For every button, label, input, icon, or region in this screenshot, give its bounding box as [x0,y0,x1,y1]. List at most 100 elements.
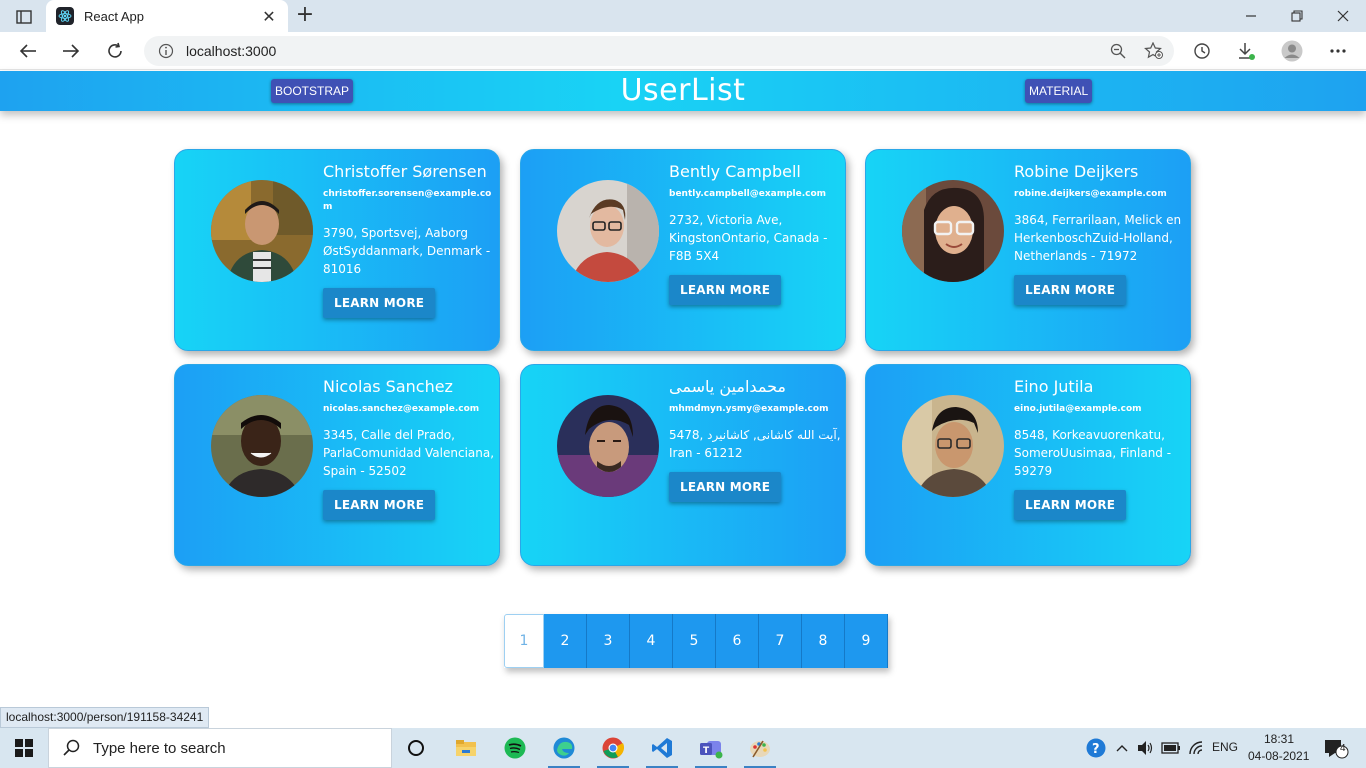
language-indicator[interactable]: ENG [1212,740,1238,754]
edge-icon [553,737,575,759]
help-icon: ? [1086,738,1106,758]
page-button-7[interactable]: 7 [759,614,802,668]
teams-icon: T [700,741,723,759]
network-button[interactable] [1186,728,1208,768]
user-address: 8548, Korkeavuorenkatu, SomeroUusimaa, F… [1014,428,1172,478]
material-button[interactable]: MATERIAL [1025,79,1093,103]
reload-button[interactable] [100,36,130,66]
user-card: Bently Campbell bently.campbell@example.… [520,149,846,351]
page-button-1[interactable]: 1 [504,614,544,668]
volume-button[interactable] [1135,728,1157,768]
notification-count: 4 [1340,743,1346,754]
user-email: nicolas.sanchez@example.com [323,404,480,414]
avatar [211,180,313,282]
vscode-button[interactable] [638,728,686,768]
page-button-4[interactable]: 4 [630,614,673,668]
user-email: mhmdmyn.ysmy@example.com [669,404,829,414]
link-preview-status: localhost:3000/person/191158-34241 [0,707,210,728]
user-card: محمدامین یاسمی mhmdmyn.ysmy@example.com … [520,364,846,566]
restore-button[interactable] [1274,0,1320,32]
url-text[interactable]: localhost:3000 [186,43,276,59]
info-icon[interactable] [158,43,174,59]
downloads-button[interactable] [1234,39,1258,63]
battery-button[interactable] [1159,728,1183,768]
user-email: christoffer.sorensen@example.com [323,189,492,212]
start-button[interactable] [0,728,48,768]
back-button[interactable] [13,36,43,66]
page-button-6[interactable]: 6 [716,614,759,668]
tab-close-icon[interactable]: ✕ [260,7,278,26]
zoom-button[interactable] [1106,39,1130,63]
cortana-circle-icon [408,740,424,756]
user-card: Christoffer Sørensen christoffer.sorense… [174,149,500,351]
user-name: Bently Campbell [669,162,801,181]
history-button[interactable] [1190,39,1214,63]
learn-more-button[interactable]: LEARN MORE [1014,275,1127,305]
learn-more-button[interactable]: LEARN MORE [1014,490,1127,520]
user-address: 2732, Victoria Ave, KingstonOntario, Can… [669,213,828,263]
paint-button[interactable] [736,728,784,768]
tab-title: React App [84,8,144,24]
user-name: Christoffer Sørensen [323,162,487,181]
tab-actions-icon [16,10,32,24]
svg-text:T: T [703,746,710,756]
learn-more-button[interactable]: LEARN MORE [323,490,436,520]
notifications-button[interactable]: 4 [1318,728,1354,768]
user-name: Nicolas Sanchez [323,377,453,396]
user-email: bently.campbell@example.com [669,189,827,199]
page-button-2[interactable]: 2 [544,614,587,668]
page-button-5[interactable]: 5 [673,614,716,668]
avatar [902,395,1004,497]
minimize-button[interactable] [1228,0,1274,32]
bootstrap-button[interactable]: BOOTSTRAP [271,79,354,103]
history-icon [1194,43,1210,59]
file-explorer-button[interactable] [442,728,490,768]
help-button[interactable]: ? [1084,728,1108,768]
learn-more-button[interactable]: LEARN MORE [323,288,436,318]
browser-tab[interactable]: React App ✕ [46,0,288,32]
learn-more-button[interactable]: LEARN MORE [669,275,782,305]
learn-more-button[interactable]: LEARN MORE [669,472,782,502]
card-body: Robine Deijkers robine.deijkers@example.… [1014,162,1186,305]
page-button-8[interactable]: 8 [802,614,845,668]
taskbar-search-input[interactable]: Type here to search [48,728,392,768]
page-button-9[interactable]: 9 [845,614,888,668]
user-card: Robine Deijkers robine.deijkers@example.… [865,149,1191,351]
restore-icon [1291,10,1303,22]
add-favorite-button[interactable] [1142,39,1166,63]
spotify-button[interactable] [491,728,539,768]
card-body: محمدامین یاسمی mhmdmyn.ysmy@example.com … [669,377,841,502]
edge-browser-button[interactable] [540,728,588,768]
user-name: Eino Jutila [1014,377,1094,396]
profile-button[interactable] [1280,39,1304,63]
browser-title-bar: React App ✕ + [0,0,1366,32]
user-address: 5478, آیت الله کاشانی, کاشانیرد, Iran - … [669,428,841,460]
user-address: 3864, Ferrarilaan, Melick en Herkenbosch… [1014,213,1182,263]
settings-menu-button[interactable] [1326,39,1350,63]
page-button-3[interactable]: 3 [587,614,630,668]
forward-button[interactable] [56,36,86,66]
user-address: 3790, Sportsvej, Aaborg ØstSyddanmark, D… [323,226,491,276]
show-hidden-icons-button[interactable] [1112,728,1132,768]
search-placeholder: Type here to search [93,739,226,757]
card-body: Eino Jutila eino.jutila@example.com 8548… [1014,377,1186,520]
clock-date[interactable]: 04-08-2021 [1248,749,1309,763]
user-email: eino.jutila@example.com [1014,404,1142,414]
react-logo-icon [56,7,74,25]
more-dots-icon [1330,49,1346,53]
tab-actions-button[interactable] [10,6,38,28]
reload-icon [108,42,122,58]
taskbar: Type here to search T ? ENG 18:31 04-08-… [0,728,1366,768]
clock-time[interactable]: 18:31 [1264,732,1294,746]
chrome-button[interactable] [589,728,637,768]
new-tab-button[interactable]: + [292,4,318,28]
teams-button[interactable]: T [687,728,735,768]
star-add-icon [1144,42,1163,59]
address-bar[interactable]: localhost:3000 [144,36,1174,66]
zoom-out-icon [1110,43,1126,59]
close-window-button[interactable] [1320,0,1366,32]
chevron-up-icon [1116,745,1128,752]
windows-logo-icon [15,739,33,757]
task-view-button[interactable] [392,728,440,768]
user-card: Nicolas Sanchez nicolas.sanchez@example.… [174,364,500,566]
